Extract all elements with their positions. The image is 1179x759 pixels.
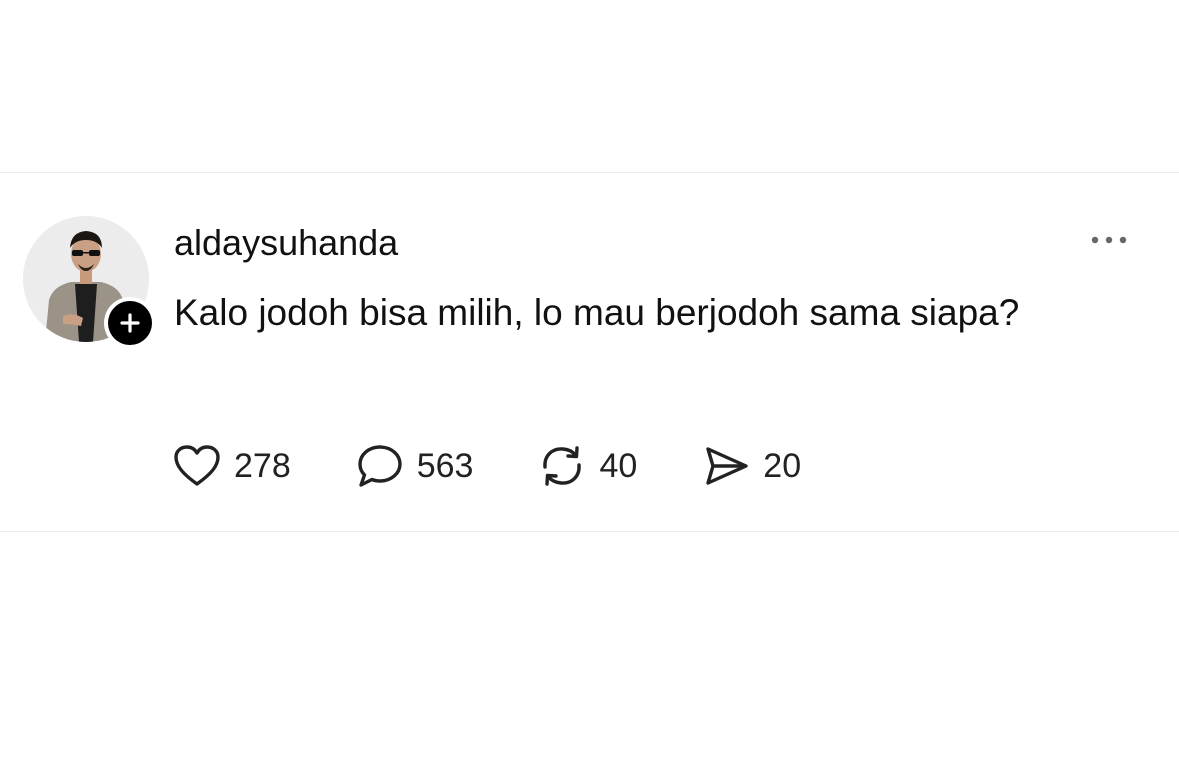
bottom-divider — [0, 531, 1179, 532]
heart-icon — [172, 441, 222, 491]
author-username[interactable]: aldaysuhanda — [174, 221, 398, 265]
follow-button[interactable] — [104, 297, 156, 349]
repost-button[interactable]: 40 — [537, 441, 637, 491]
share-button[interactable]: 20 — [701, 441, 801, 491]
author-avatar-wrapper[interactable] — [23, 216, 156, 349]
like-button[interactable]: 278 — [172, 441, 291, 491]
more-horizontal-icon — [1091, 236, 1127, 244]
follow-button-inner — [108, 301, 152, 345]
reply-button[interactable]: 563 — [355, 441, 474, 491]
post-actions: 278 563 40 20 — [172, 441, 801, 491]
comment-icon — [355, 441, 405, 491]
post-text: Kalo jodoh bisa milih, lo mau berjodoh s… — [174, 292, 1020, 333]
post-card: aldaysuhanda Kalo jodoh bisa milih, lo m… — [0, 173, 1179, 530]
repost-icon — [537, 441, 587, 491]
repost-count: 40 — [599, 447, 638, 485]
share-count: 20 — [763, 447, 802, 485]
like-count: 278 — [234, 447, 291, 485]
reply-count: 563 — [416, 447, 474, 485]
plus-icon — [120, 313, 140, 333]
more-options-button[interactable] — [1084, 225, 1134, 255]
send-icon — [701, 441, 751, 491]
